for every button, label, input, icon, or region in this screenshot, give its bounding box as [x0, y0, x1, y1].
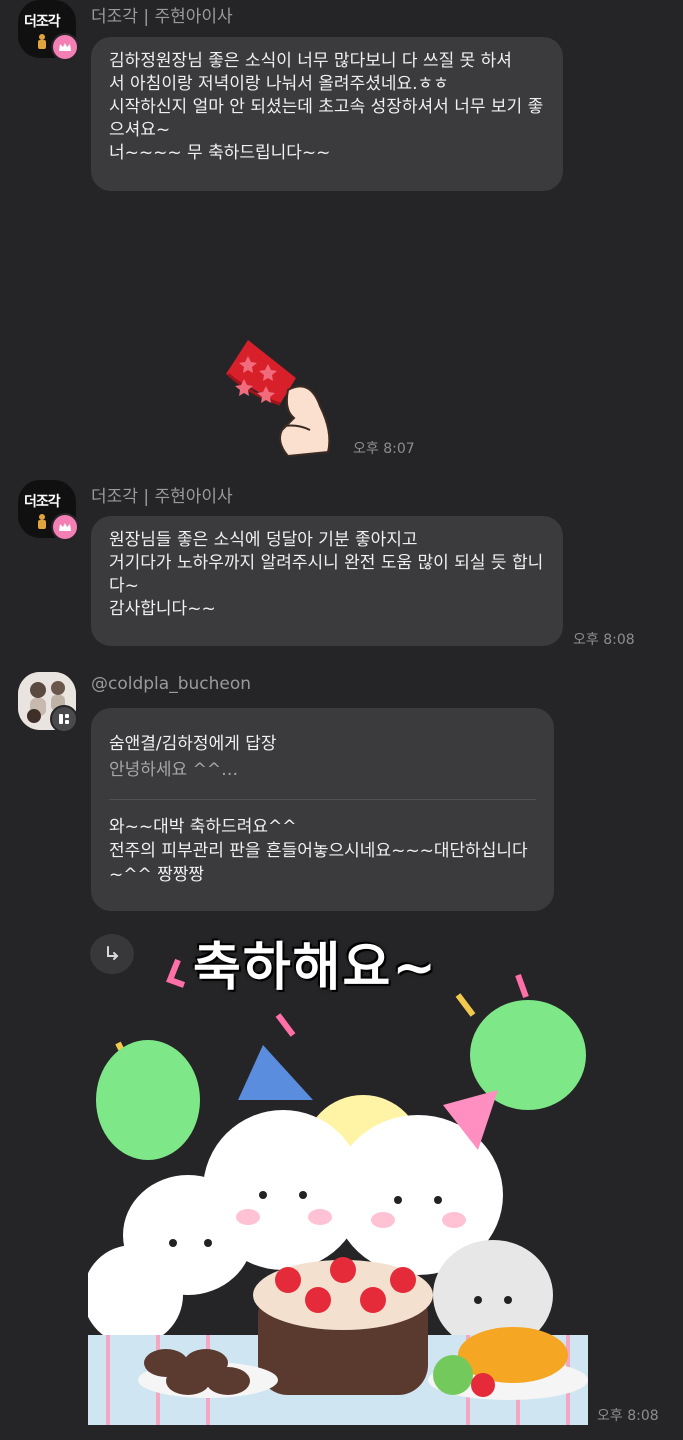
avatar-logo-text: 더조각	[24, 14, 61, 30]
message-text: 와~~대박 축하드려요^^ 전주의 피부관리 판을 흔들어놓으시네요~~~대단하…	[109, 817, 528, 885]
celebration-sticker[interactable]: 축하해요~	[83, 925, 588, 1425]
celebration-cats-cake-icon	[83, 958, 588, 1425]
message-time: 오후 8:08	[597, 1408, 659, 1424]
figure-icon	[38, 34, 46, 49]
message-bubble[interactable]: 김하정원장님 좋은 소식이 너무 많다보니 다 쓰질 못 하셔 서 아침이랑 저…	[91, 37, 563, 191]
message-time: 오후 8:07	[353, 441, 415, 457]
community-badge-icon	[50, 705, 78, 733]
crown-badge-icon	[51, 513, 79, 541]
message-bubble[interactable]: 원장님들 좋은 소식에 덩달아 기분 좋아지고 거기다가 노하우까지 알려주시니…	[91, 516, 563, 646]
reply-target: 숨앤결/김하정에게 답장	[109, 734, 277, 754]
sender-name: @coldpla_bucheon	[91, 674, 252, 694]
sticker-caption: 축하해요~	[193, 938, 438, 998]
sender-name: 더조각 | 주현아이사	[91, 487, 233, 507]
party-popper-sticker[interactable]	[218, 334, 348, 459]
sender-name: 더조각 | 주현아이사	[91, 7, 233, 27]
reply-message-bubble[interactable]: 숨앤결/김하정에게 답장 안녕하세요 ^^… 와~~대박 축하드려요^^ 전주의…	[91, 708, 554, 911]
crown-badge-icon	[51, 33, 79, 61]
figure-icon	[38, 514, 46, 529]
reply-divider	[109, 799, 536, 800]
avatar-logo-text: 더조각	[24, 494, 61, 510]
message-time: 오후 8:08	[573, 632, 635, 648]
reply-preview[interactable]: 안녕하세요 ^^…	[109, 755, 238, 780]
